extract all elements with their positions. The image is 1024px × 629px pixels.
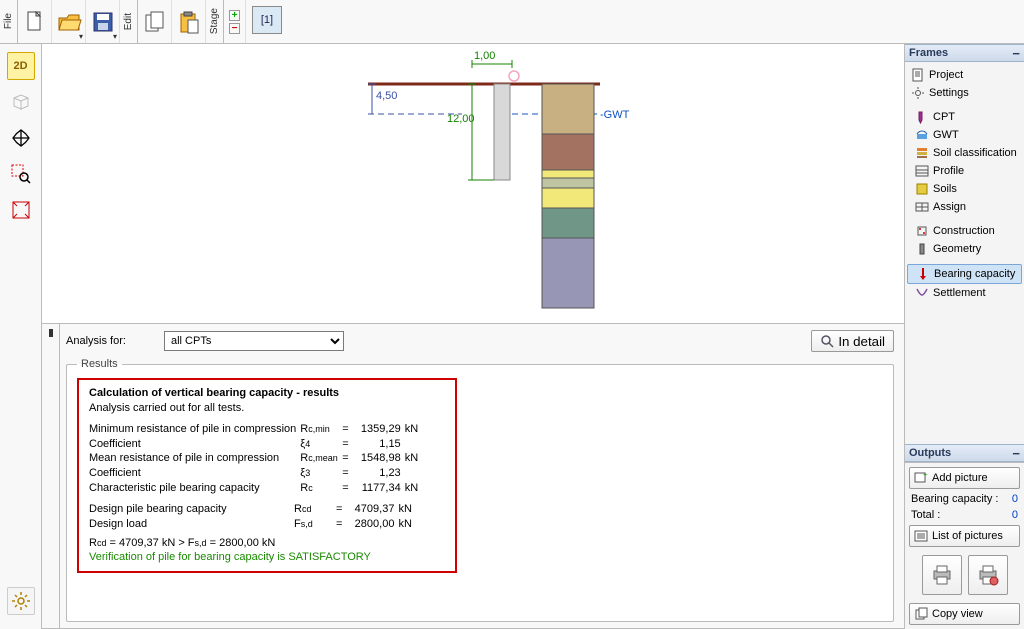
picture-plus-icon: + [914,471,928,485]
list-icon [914,529,928,543]
list-pictures-button[interactable]: List of pictures [909,525,1020,547]
results-redbox: Calculation of vertical bearing capacity… [77,378,457,573]
bearing-icon [916,267,930,281]
print-color-button[interactable] [968,555,1008,595]
frame-settings[interactable]: Settings [907,84,1022,102]
gwt-label: -GWT [600,109,630,121]
frame-profile[interactable]: Profile [907,162,1022,180]
printer-color-icon [976,563,1000,587]
gear-icon [911,86,925,100]
copy-button[interactable] [138,0,172,43]
total-count-row: Total :0 [909,509,1020,521]
stage-minus-button[interactable]: − [229,23,240,34]
probe-icon [915,110,929,124]
add-picture-button[interactable]: + Add picture [909,467,1020,489]
dim-left: 4,50 [376,90,397,102]
bearing-count-row: Bearing capacity :0 [909,493,1020,505]
right-sidebar: Frames− Project Settings CPT GWT Soil cl… [904,44,1024,629]
frame-assign[interactable]: Assign [907,198,1022,216]
frame-gwt[interactable]: GWT [907,126,1022,144]
bearing-capacity-vlabel [0,329,18,629]
analysis-for-label: Analysis for: [66,335,164,347]
copy-view-button[interactable]: Copy view [909,603,1020,625]
fit-view-button[interactable] [7,196,35,224]
dim-inner: 12,00 [447,113,475,125]
construction-icon [915,224,929,238]
frame-soil-classification[interactable]: Soil classification [907,144,1022,162]
results-legend: Results [77,358,122,370]
svg-text:+: + [923,471,928,479]
profile-icon [915,164,929,178]
frame-geometry[interactable]: Geometry [907,240,1022,258]
results-title: Calculation of vertical bearing capacity… [89,386,445,401]
results-subtitle: Analysis carried out for all tests. [89,401,445,416]
analysis-for-select[interactable]: all CPTs [164,331,344,351]
soil-icon [915,182,929,196]
analysis-panel: Analysis for: all CPTs In detail Results… [42,324,904,629]
stage-plus-minus: + − [224,0,246,43]
doc-icon [911,68,925,82]
paste-button[interactable] [172,0,206,43]
drawing-canvas[interactable]: 1,00 4,50 -GWT 12,00 [42,44,904,324]
minimize-icon[interactable]: − [1012,47,1020,60]
analysis-side-marker[interactable] [42,324,60,628]
copy-icon [914,607,928,621]
frame-cpt[interactable]: CPT [907,108,1022,126]
minimize-icon[interactable]: − [1012,447,1020,460]
dim-top: 1,00 [474,50,495,62]
edit-label: Edit [120,0,138,43]
file-label: File [0,0,18,43]
layers-icon [915,146,929,160]
top-toolbar: File ▾ ▾ Edit Stage + − [1] [0,0,1024,44]
view-3d-button[interactable] [7,88,35,116]
stage-plus-button[interactable]: + [229,10,240,21]
view-2d-button[interactable]: 2D [7,52,35,80]
frame-soils[interactable]: Soils [907,180,1022,198]
settlement-icon [915,286,929,300]
save-button[interactable]: ▾ [86,0,120,43]
frames-header[interactable]: Frames− [905,44,1024,62]
in-detail-button[interactable]: In detail [811,330,894,352]
results-fieldset: Results Calculation of vertical bearing … [66,358,894,622]
geometry-icon [915,242,929,256]
frame-construction[interactable]: Construction [907,222,1022,240]
pan-tool-button[interactable] [7,124,35,152]
stage-tab-1[interactable]: [1] [252,6,282,34]
zoom-select-button[interactable] [7,160,35,188]
assign-icon [915,200,929,214]
outputs-header[interactable]: Outputs− [905,444,1024,462]
print-button[interactable] [922,555,962,595]
magnifier-icon [820,334,834,348]
printer-icon [930,563,954,587]
compare-line: Rcd = 4709,37 kN > Fs,d = 2800,00 kN [89,536,445,551]
frame-bearing-capacity[interactable]: Bearing capacity [907,264,1022,284]
open-file-button[interactable]: ▾ [52,0,86,43]
satisfactory-line: Verification of pile for bearing capacit… [89,550,445,565]
new-file-button[interactable] [18,0,52,43]
frame-settlement[interactable]: Settlement [907,284,1022,302]
stage-label: Stage [206,0,224,43]
water-icon [915,128,929,142]
frame-project[interactable]: Project [907,66,1022,84]
